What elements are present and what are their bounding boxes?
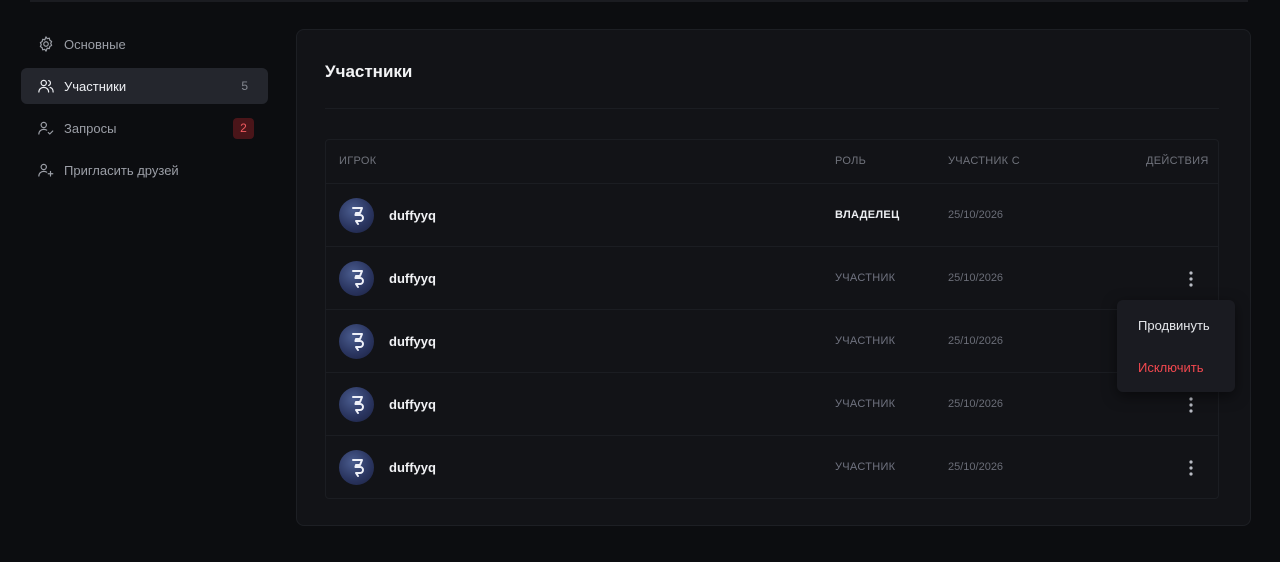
member-since-date: 25/10/2026: [948, 272, 1004, 284]
divider: [325, 108, 1219, 109]
member-since-date: 25/10/2026: [948, 398, 1004, 410]
members-panel: Участники ИГРОК РОЛЬ УЧАСТНИК С ДЕЙСТВИЯ…: [296, 29, 1251, 526]
sidebar-item-general[interactable]: Основные: [21, 26, 268, 62]
sidebar-item-label: Участники: [64, 78, 127, 94]
sidebar-item-requests[interactable]: Запросы 2: [21, 110, 268, 146]
page-title: Участники: [325, 62, 413, 81]
player-role: ВЛАДЕЛЕЦ: [835, 209, 900, 221]
members-table: ИГРОК РОЛЬ УЧАСТНИК С ДЕЙСТВИЯ duffyyq В…: [325, 139, 1219, 499]
table-row: duffyyq УЧАСТНИК 25/10/2026: [326, 310, 1218, 373]
column-header-player: ИГРОК: [339, 155, 377, 167]
avatar-logo-icon: [351, 206, 364, 225]
requests-badge: 2: [233, 117, 254, 139]
player-name[interactable]: duffyyq: [389, 460, 436, 475]
avatar: [339, 261, 374, 296]
table-row: duffyyq УЧАСТНИК 25/10/2026: [326, 247, 1218, 310]
user-plus-icon: [36, 160, 56, 180]
sidebar-item-invite-friends[interactable]: Пригласить друзей: [21, 152, 268, 188]
column-header-actions: ДЕЙСТВИЯ: [1146, 155, 1209, 167]
avatar-logo-icon: [351, 332, 364, 351]
column-header-role: РОЛЬ: [835, 155, 867, 167]
sidebar-item-label: Запросы: [64, 120, 117, 136]
menu-item-kick[interactable]: Исключить: [1138, 360, 1204, 375]
player-role: УЧАСТНИК: [835, 461, 896, 473]
player-role: УЧАСТНИК: [835, 398, 896, 410]
avatar: [339, 387, 374, 422]
users-icon: [36, 76, 56, 96]
member-since-date: 25/10/2026: [948, 209, 1004, 221]
player-name[interactable]: duffyyq: [389, 271, 436, 286]
sidebar-item-label: Основные: [64, 36, 126, 52]
avatar-logo-icon: [351, 458, 364, 477]
table-row: duffyyq УЧАСТНИК 25/10/2026: [326, 436, 1218, 499]
avatar: [339, 324, 374, 359]
kebab-icon: [1189, 460, 1193, 476]
menu-item-promote[interactable]: Продвинуть: [1138, 318, 1210, 333]
avatar: [339, 450, 374, 485]
kebab-icon: [1189, 397, 1193, 413]
avatar-logo-icon: [351, 395, 364, 414]
player-role: УЧАСТНИК: [835, 272, 896, 284]
table-row: duffyyq ВЛАДЕЛЕЦ 25/10/2026: [326, 184, 1218, 247]
member-since-date: 25/10/2026: [948, 461, 1004, 473]
table-row: duffyyq УЧАСТНИК 25/10/2026: [326, 373, 1218, 436]
more-actions-button[interactable]: [1179, 267, 1203, 291]
player-name[interactable]: duffyyq: [389, 208, 436, 223]
table-header: ИГРОК РОЛЬ УЧАСТНИК С ДЕЙСТВИЯ: [326, 140, 1218, 184]
sidebar-item-members[interactable]: Участники 5: [21, 68, 268, 104]
more-actions-button[interactable]: [1179, 456, 1203, 480]
user-check-icon: [36, 118, 56, 138]
members-count: 5: [241, 79, 248, 93]
more-actions-button[interactable]: [1179, 393, 1203, 417]
column-header-since: УЧАСТНИК С: [948, 155, 1020, 167]
gear-icon: [36, 34, 56, 54]
player-role: УЧАСТНИК: [835, 335, 896, 347]
top-divider: [30, 0, 1248, 2]
avatar-logo-icon: [351, 269, 364, 288]
kebab-icon: [1189, 271, 1193, 287]
member-since-date: 25/10/2026: [948, 335, 1004, 347]
actions-dropdown-menu: Продвинуть Исключить: [1117, 300, 1235, 392]
sidebar-item-label: Пригласить друзей: [64, 162, 179, 178]
player-name[interactable]: duffyyq: [389, 334, 436, 349]
settings-sidebar: Основные Участники 5 Запросы 2 Пригласит…: [21, 26, 268, 194]
avatar: [339, 198, 374, 233]
player-name[interactable]: duffyyq: [389, 397, 436, 412]
